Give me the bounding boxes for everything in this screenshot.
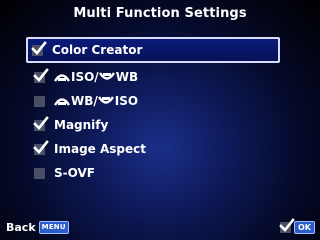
checkbox-color-creator[interactable] bbox=[31, 40, 47, 56]
menu-item-s-ovf[interactable]: S-OVF bbox=[28, 161, 280, 185]
menu-button[interactable]: MENU bbox=[38, 221, 69, 234]
menu-item-label-a: WB/ bbox=[71, 94, 98, 108]
menu-item-label-b: ISO bbox=[114, 94, 139, 108]
back-label: Back bbox=[6, 221, 36, 234]
rear-dial-icon bbox=[98, 72, 115, 80]
checkmark-icon bbox=[33, 67, 49, 82]
checkmark-icon bbox=[279, 218, 295, 232]
checkbox-wb-iso[interactable] bbox=[34, 95, 45, 107]
front-dial-icon bbox=[54, 98, 70, 106]
menu-item-label: Magnify bbox=[54, 118, 109, 132]
checkbox-s-ovf[interactable] bbox=[34, 167, 45, 179]
menu-item-image-aspect[interactable]: Image Aspect bbox=[28, 137, 280, 161]
checkbox-magnify[interactable] bbox=[33, 115, 49, 131]
front-dial-icon bbox=[54, 74, 70, 82]
checkbox-legend-icon bbox=[279, 218, 295, 233]
rear-dial-icon bbox=[97, 96, 114, 104]
menu-item-wb-iso[interactable]: WB/ ISO bbox=[28, 89, 280, 113]
menu-item-iso-wb[interactable]: ISO/ WB bbox=[28, 65, 280, 89]
checkbox-iso-wb[interactable] bbox=[33, 67, 49, 83]
menu-item-label: Color Creator bbox=[52, 43, 143, 57]
checkmark-icon bbox=[33, 139, 49, 154]
checkbox-image-aspect[interactable] bbox=[33, 139, 49, 155]
settings-list: Color Creator ISO/ WB WB/ ISO Magnify Im… bbox=[26, 37, 280, 185]
menu-item-magnify[interactable]: Magnify bbox=[28, 113, 280, 137]
page-title: Multi Function Settings bbox=[73, 6, 247, 21]
back-control[interactable]: Back MENU bbox=[6, 221, 69, 234]
confirm-control[interactable]: OK bbox=[279, 218, 315, 234]
menu-item-label: Image Aspect bbox=[54, 142, 146, 156]
menu-item-color-creator[interactable]: Color Creator bbox=[26, 37, 280, 63]
menu-item-label: S-OVF bbox=[54, 166, 95, 180]
checkmark-icon bbox=[33, 115, 49, 130]
menu-item-label-a: ISO/ bbox=[71, 70, 99, 84]
ok-button[interactable]: OK bbox=[294, 221, 315, 234]
checkmark-icon bbox=[31, 40, 47, 55]
menu-item-label-b: WB bbox=[115, 70, 139, 84]
